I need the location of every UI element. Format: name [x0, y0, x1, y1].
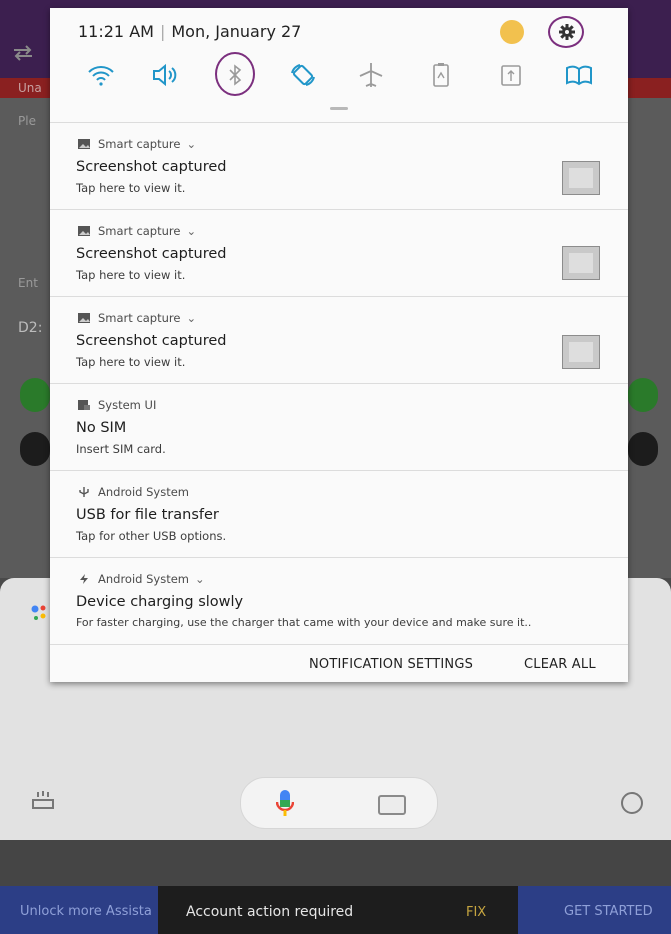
compass-icon[interactable] [621, 792, 643, 814]
notification-title: Screenshot captured [76, 246, 227, 262]
microphone-icon[interactable] [276, 790, 294, 818]
chevron-down-icon[interactable]: ⌄ [186, 224, 196, 238]
notification-item[interactable]: Smart capture ⌄ Screenshot captured Tap h… [50, 209, 628, 296]
bluetooth-icon[interactable] [220, 60, 250, 90]
notification-text: Tap here to view it. [76, 355, 186, 369]
account-icon[interactable] [500, 20, 524, 44]
notification-title: No SIM [76, 420, 127, 436]
auto-rotate-icon[interactable] [288, 60, 318, 90]
explore-icon[interactable] [30, 790, 56, 810]
snackbar-fix-button[interactable]: FIX [466, 905, 486, 920]
notification-item[interactable]: Android System USB for file transfer Tap… [50, 470, 628, 557]
wifi-icon[interactable] [86, 60, 116, 90]
book-icon[interactable] [564, 60, 594, 90]
notification-item[interactable]: Android System ⌄ Device charging slowly F… [50, 557, 628, 644]
image-icon [78, 313, 90, 323]
usb-icon [79, 487, 89, 497]
status-date: Mon, January 27 [171, 22, 302, 41]
system-ui-icon [78, 400, 90, 410]
lightning-icon [80, 574, 88, 584]
screenshot-thumbnail[interactable] [562, 246, 600, 280]
notification-app: Android System [78, 485, 189, 499]
notification-app: Android System ⌄ [78, 572, 205, 586]
chevron-down-icon[interactable]: ⌄ [195, 572, 205, 586]
background-dark-button-left[interactable] [20, 432, 50, 466]
notification-text: Tap here to view it. [76, 268, 186, 282]
notification-app-name: Smart capture [98, 311, 181, 325]
chevron-down-icon[interactable]: ⌄ [186, 137, 196, 151]
notification-app: System UI [78, 398, 156, 412]
assistant-logo-icon [31, 605, 46, 620]
power-saving-icon[interactable] [426, 60, 456, 90]
drag-handle[interactable] [330, 107, 348, 110]
settings-button[interactable] [548, 16, 584, 48]
notification-app: Smart capture ⌄ [78, 224, 196, 238]
quick-settings: 11:21 AM | Mon, January 27 [50, 8, 628, 122]
background-green-button-left[interactable] [20, 378, 50, 412]
notification-app: Smart capture ⌄ [78, 137, 196, 151]
airplane-mode-icon[interactable] [356, 60, 386, 90]
notification-panel: 11:21 AM | Mon, January 27 Smart capture… [50, 8, 628, 682]
notification-item[interactable]: Smart capture ⌄ Screenshot captured Tap h… [50, 122, 628, 209]
clear-all-button[interactable]: CLEAR ALL [524, 657, 596, 672]
notification-app: Smart capture ⌄ [78, 311, 196, 325]
get-started-button[interactable]: GET STARTED [564, 904, 653, 919]
background-green-button-right[interactable] [628, 378, 658, 412]
notification-actions: NOTIFICATION SETTINGS CLEAR ALL [50, 644, 628, 682]
notification-app-name: Android System [98, 572, 190, 586]
notification-title: USB for file transfer [76, 507, 219, 523]
notification-title: Screenshot captured [76, 159, 227, 175]
unlock-more-text: Unlock more Assista [20, 904, 152, 919]
background-input-value[interactable]: D2: [18, 320, 42, 336]
keyboard-icon[interactable] [378, 795, 406, 815]
chevron-down-icon[interactable]: ⌄ [186, 311, 196, 325]
background-label: Ent [18, 276, 38, 290]
notification-app-name: System UI [98, 398, 157, 412]
status-time-date: 11:21 AM | Mon, January 27 [78, 22, 302, 41]
background-dark-button-right[interactable] [628, 432, 658, 466]
warning-banner-text: Una [18, 81, 42, 95]
assistant-divider [0, 840, 671, 886]
background-label: Ple [18, 114, 36, 128]
image-icon [78, 139, 90, 149]
notification-item[interactable]: Smart capture ⌄ Screenshot captured Tap h… [50, 296, 628, 383]
notification-item[interactable]: System UI No SIM Insert SIM card. [50, 383, 628, 470]
mobile-data-icon[interactable] [496, 60, 526, 90]
gear-icon [559, 24, 575, 40]
notification-title: Screenshot captured [76, 333, 227, 349]
swap-icon[interactable] [12, 44, 34, 62]
notification-app-name: Android System [98, 485, 190, 499]
image-icon [78, 226, 90, 236]
screenshot-thumbnail[interactable] [562, 161, 600, 195]
sound-icon[interactable] [150, 60, 180, 90]
notification-text: For faster charging, use the charger tha… [76, 616, 532, 629]
notification-text: Insert SIM card. [76, 442, 166, 456]
snackbar-message: Account action required [186, 904, 354, 920]
notification-app-name: Smart capture [98, 137, 181, 151]
status-time: 11:21 AM [78, 22, 154, 41]
notification-text: Tap for other USB options. [76, 529, 227, 543]
notification-settings-button[interactable]: NOTIFICATION SETTINGS [309, 657, 473, 672]
voice-input-bar[interactable] [240, 777, 438, 829]
screenshot-thumbnail[interactable] [562, 335, 600, 369]
notification-text: Tap here to view it. [76, 181, 186, 195]
notification-title: Device charging slowly [76, 594, 244, 610]
notification-app-name: Smart capture [98, 224, 181, 238]
